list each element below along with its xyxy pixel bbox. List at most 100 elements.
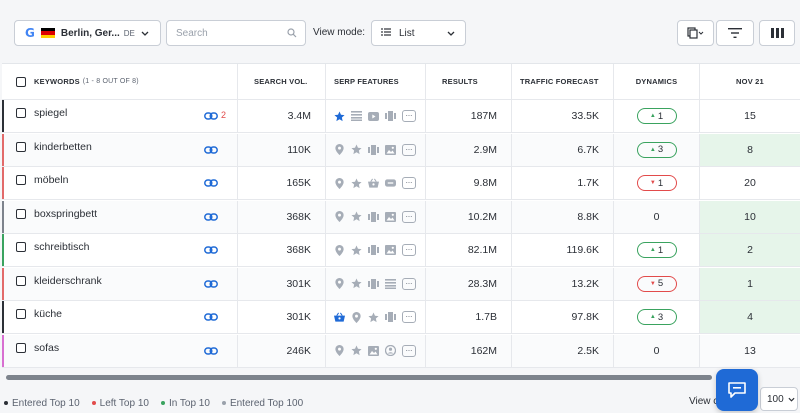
results-cell: 10.2M	[426, 200, 512, 233]
carousel-icon	[368, 211, 379, 222]
legend-label: Left Top 10	[99, 397, 149, 409]
serp-features-cell: ...	[326, 133, 426, 166]
dynamics-cell: 0	[614, 334, 700, 367]
columns-button[interactable]	[759, 20, 795, 46]
table-row[interactable]: kleiderschrank 301K ... 28.3M 13.2K ▼ 5 …	[2, 267, 800, 301]
header-nov-21[interactable]: NOV 21	[700, 64, 800, 99]
search-volume-cell: 301K	[238, 301, 326, 333]
map-pin-icon	[334, 177, 345, 189]
filter-button[interactable]	[716, 20, 754, 46]
more-features-button[interactable]: ...	[402, 311, 416, 323]
header-results[interactable]: RESULTS	[426, 64, 512, 99]
header-dynamics[interactable]: DYNAMICS	[614, 64, 700, 99]
carousel-icon	[385, 312, 396, 323]
header-traffic-forecast[interactable]: TRAFFIC FORECAST	[512, 64, 614, 99]
carousel-icon	[368, 278, 379, 289]
row-checkbox[interactable]	[16, 275, 26, 286]
location-selector[interactable]: G Berlin, Ger... DE	[14, 20, 161, 46]
select-all-checkbox[interactable]	[16, 76, 26, 87]
dynamics-cell: ▲ 3	[614, 133, 700, 166]
more-features-button[interactable]: ...	[402, 210, 416, 223]
header-keywords-label[interactable]: KEYWORDS	[34, 77, 80, 86]
keyword-cell: sofas	[2, 334, 238, 367]
search-input[interactable]: Search	[166, 20, 306, 46]
dynamics-badge: ▲ 3	[636, 141, 677, 158]
row-checkbox[interactable]	[16, 242, 26, 252]
dynamics-badge: ▲ 1	[636, 242, 677, 258]
dynamics-value: 1	[657, 244, 664, 256]
link-icon[interactable]	[204, 110, 218, 122]
carousel-icon	[368, 144, 379, 155]
link-icon[interactable]	[204, 244, 218, 256]
star-icon	[351, 144, 362, 155]
results-cell: 2.9M	[426, 133, 512, 166]
row-checkbox[interactable]	[16, 342, 26, 353]
view-mode-select[interactable]: List	[371, 20, 466, 46]
dynamics-value: 5	[657, 278, 664, 289]
arrow-up-icon: ▲	[649, 113, 656, 119]
serp-features-cell: ...	[326, 301, 426, 333]
table-row[interactable]: küche 301K ... 1.7B 97.8K ▲ 3 4	[2, 301, 800, 334]
more-features-button[interactable]: ...	[402, 277, 416, 290]
more-features-button[interactable]: ...	[402, 143, 416, 156]
more-features-button[interactable]: ...	[402, 344, 416, 357]
row-checkbox[interactable]	[16, 175, 26, 185]
keyword-text[interactable]: spiegel	[34, 107, 67, 119]
keywords-count: (1 - 8 OUT OF 8)	[82, 78, 139, 85]
map-pin-icon	[334, 345, 345, 356]
row-checkbox[interactable]	[16, 108, 26, 118]
dynamics-cell: ▼ 5	[614, 267, 700, 300]
keyword-text[interactable]: kleiderschrank	[34, 275, 102, 287]
arrow-down-icon: ▼	[649, 280, 656, 287]
link-icon[interactable]	[204, 278, 218, 290]
row-checkbox[interactable]	[16, 141, 26, 152]
keyword-text[interactable]: möbeln	[34, 174, 68, 186]
table-row[interactable]: sofas 246K ... 162M 2.5K 0 13	[2, 334, 800, 368]
copy-button[interactable]	[677, 20, 714, 46]
copy-icon	[686, 27, 703, 39]
dynamics-cell: ▲ 1	[614, 100, 700, 132]
review-icon	[385, 345, 396, 356]
table-row[interactable]: schreibtisch 368K ... 82.1M 119.6K ▲ 1 2	[2, 234, 800, 267]
horizontal-scrollbar[interactable]	[6, 375, 712, 380]
link-icon[interactable]	[204, 211, 218, 223]
dynamics-badge: ▲ 1	[636, 108, 677, 124]
position-cell: 15	[744, 110, 756, 122]
link-icon[interactable]	[204, 144, 218, 156]
keyword-text[interactable]: boxspringbett	[34, 208, 97, 220]
link-icon[interactable]	[204, 311, 218, 323]
dynamics-value: 1	[657, 110, 664, 122]
keyword-text[interactable]: kinderbetten	[34, 141, 92, 153]
search-volume-cell: 3.4M	[238, 100, 326, 132]
image-icon	[385, 144, 396, 155]
traffic-forecast-cell: 6.7K	[512, 133, 614, 166]
chevron-down-icon	[447, 29, 455, 38]
more-features-button[interactable]: ...	[402, 110, 416, 122]
dynamics-badge: ▼ 5	[636, 275, 677, 292]
results-cell: 162M	[426, 334, 512, 367]
table-row[interactable]: kinderbetten 110K ... 2.9M 6.7K ▲ 3 8	[2, 133, 800, 167]
row-checkbox[interactable]	[16, 309, 26, 319]
list-icon	[351, 111, 362, 122]
keyword-text[interactable]: schreibtisch	[34, 241, 89, 253]
table-row[interactable]: boxspringbett 368K ... 10.2M 8.8K 0 10	[2, 200, 800, 234]
view-mode-label: View mode:	[313, 27, 366, 38]
keyword-text[interactable]: sofas	[34, 342, 59, 354]
row-checkbox[interactable]	[16, 208, 26, 219]
legend-item: Entered Top 10	[4, 398, 80, 409]
link-icon[interactable]	[204, 177, 218, 189]
header-serp-features[interactable]: SERP FEATURES	[326, 64, 426, 99]
keyword-text[interactable]: küche	[34, 308, 62, 320]
serp-features-cell: ...	[326, 167, 426, 199]
header-search-vol[interactable]: SEARCH VOL.	[238, 64, 326, 99]
more-features-button[interactable]: ...	[402, 244, 416, 256]
link-icon[interactable]	[204, 345, 218, 357]
search-volume-cell: 301K	[238, 267, 326, 300]
more-features-button[interactable]: ...	[402, 177, 416, 189]
traffic-forecast-cell: 2.5K	[512, 334, 614, 367]
table-row[interactable]: spiegel 2 3.4M ... 187M 33.5K ▲ 1 15	[2, 100, 800, 133]
chat-button[interactable]	[716, 369, 758, 411]
table-row[interactable]: möbeln 165K ... 9.8M 1.7K ▼ 1 20	[2, 167, 800, 200]
per-page-select[interactable]: 100	[760, 387, 798, 411]
search-volume-cell: 110K	[238, 133, 326, 166]
